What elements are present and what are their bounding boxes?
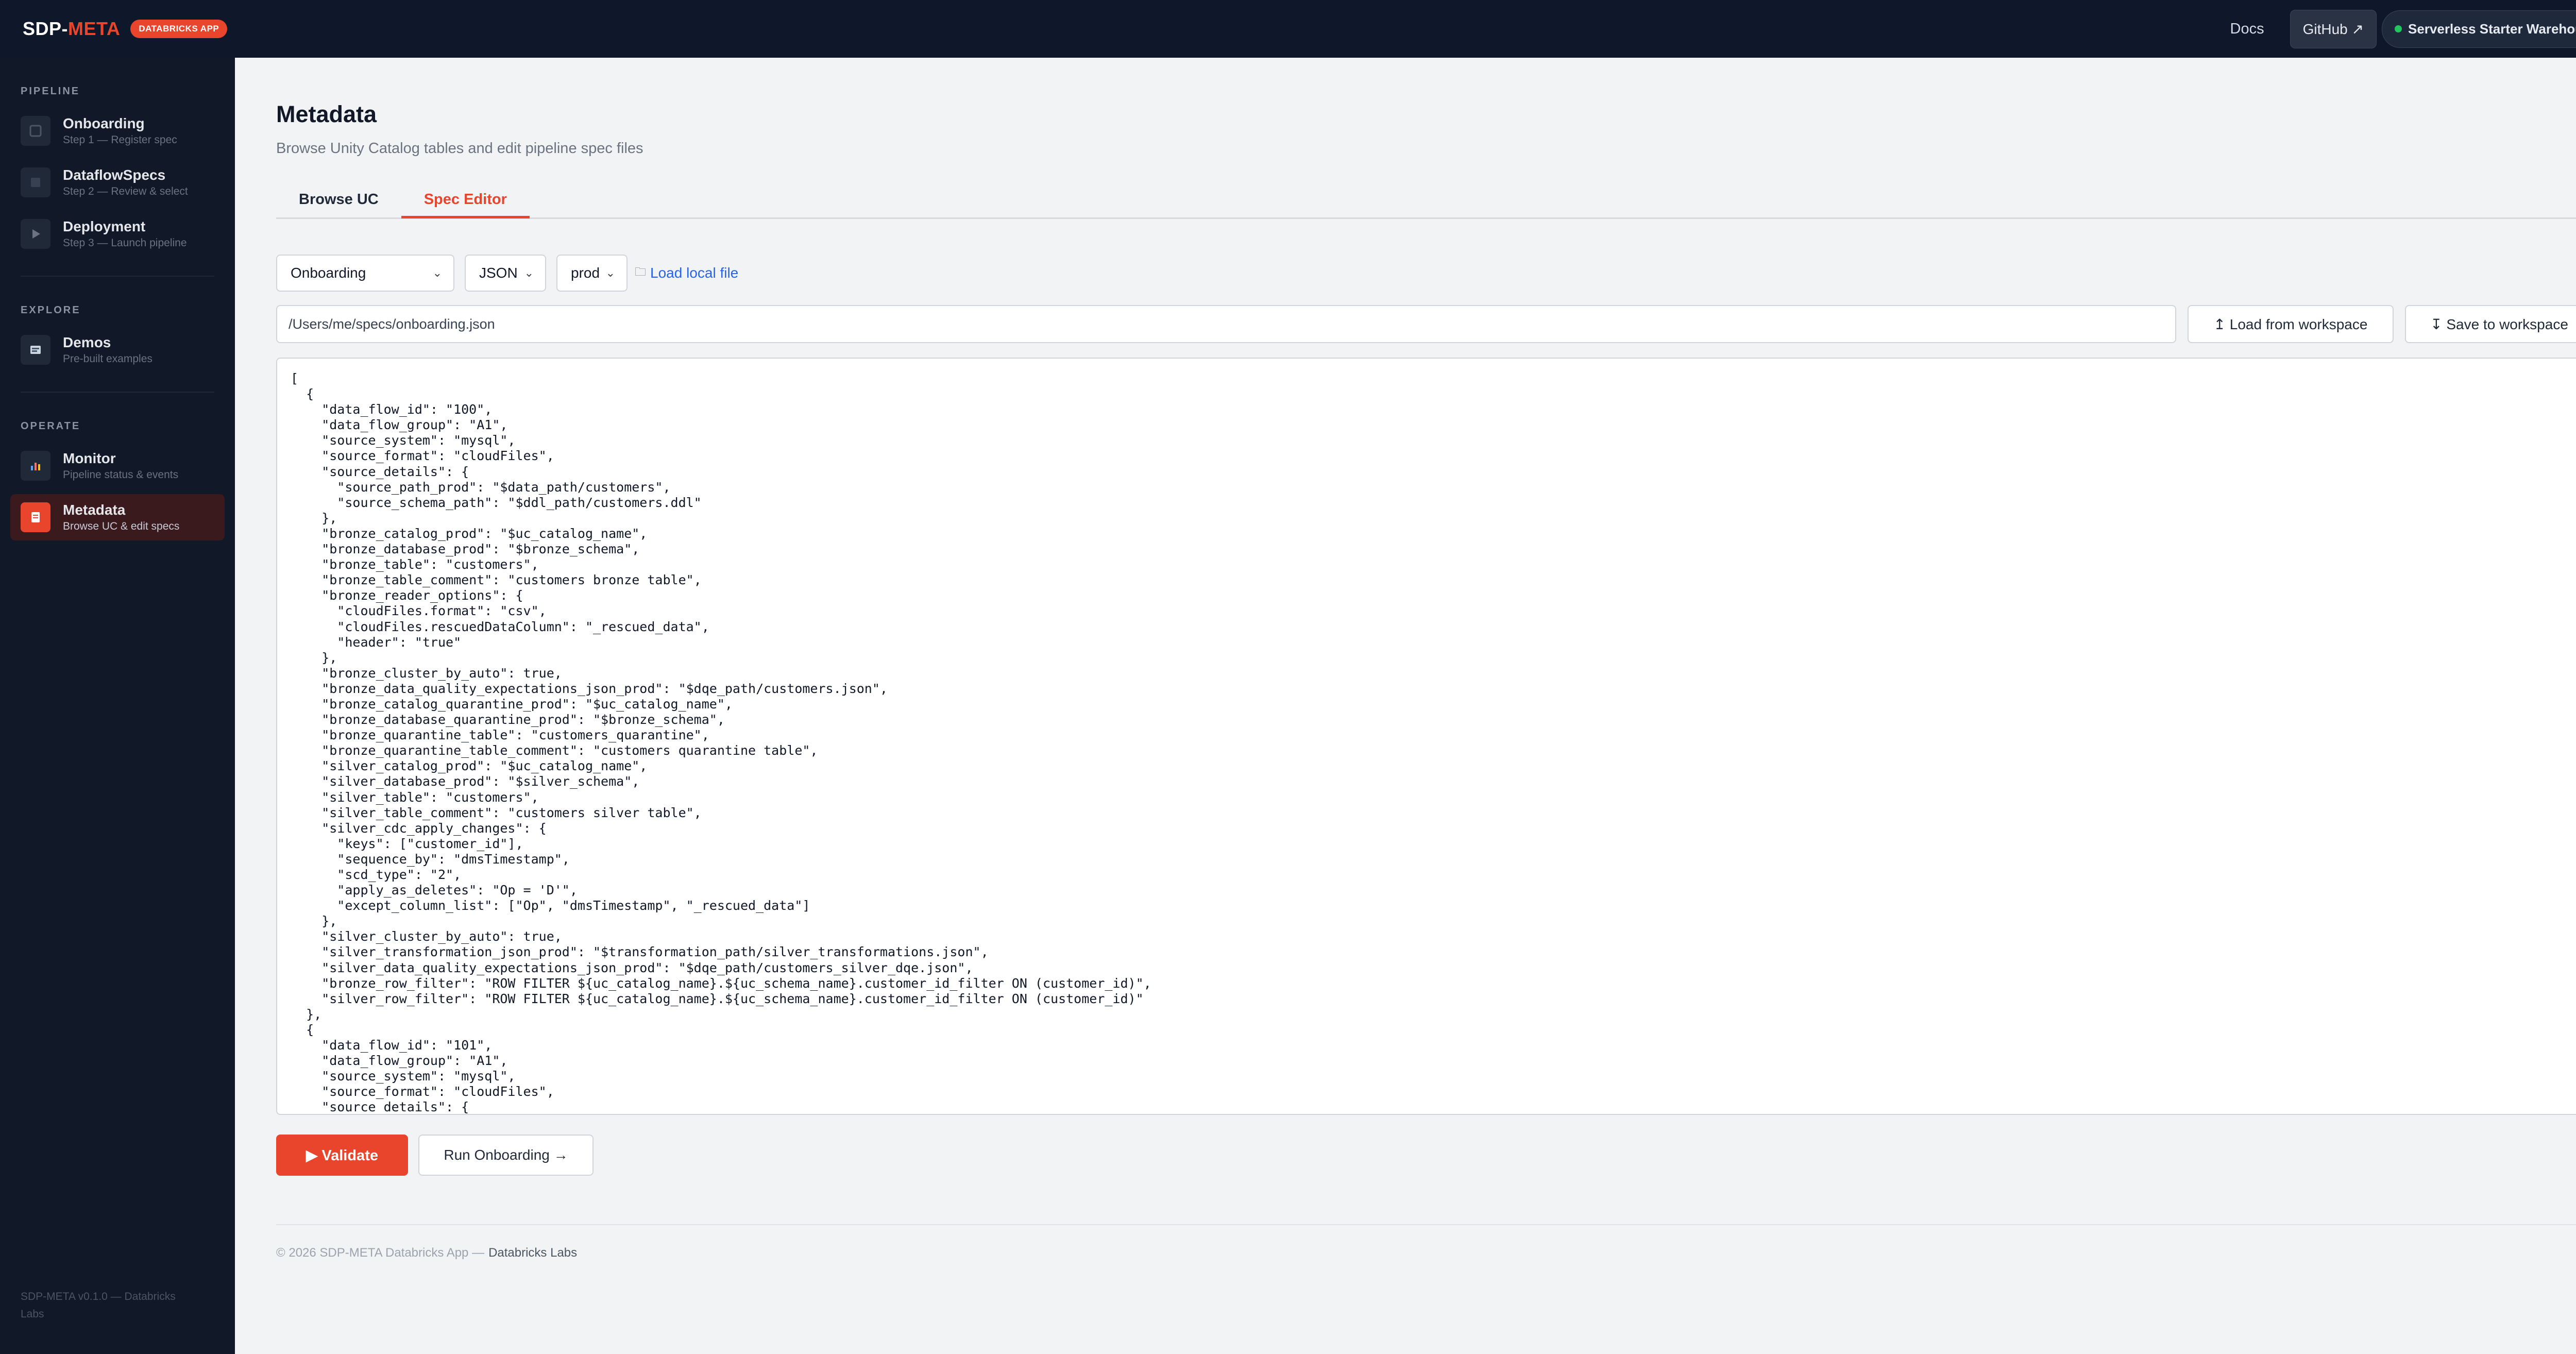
sidebar-divider bbox=[21, 276, 214, 277]
tab-bar: Browse UC Spec Editor bbox=[276, 187, 2576, 219]
app-logo[interactable]: SDP- META bbox=[23, 18, 120, 40]
spec-type-select[interactable]: Onboarding ⌄ bbox=[276, 255, 454, 292]
github-button[interactable]: GitHub ↗ bbox=[2290, 9, 2377, 48]
env-select[interactable]: prod ⌄ bbox=[556, 255, 628, 292]
specs-icon bbox=[21, 167, 50, 197]
sidebar-item-metadata[interactable]: Metadata Browse UC & edit specs bbox=[10, 494, 225, 540]
sidebar-item-monitor[interactable]: Monitor Pipeline status & events bbox=[10, 443, 225, 489]
sidebar-footer: SDP-META v0.1.0 — Databricks Labs bbox=[21, 1291, 176, 1320]
sidebar-item-label: Onboarding bbox=[63, 115, 145, 131]
chart-icon bbox=[21, 451, 50, 481]
save-to-workspace-button[interactable]: ↧ Save to workspace bbox=[2405, 305, 2576, 343]
sidebar-item-label: Demos bbox=[63, 334, 111, 350]
env-value: prod bbox=[571, 265, 600, 281]
folder-icon: 🗀 bbox=[635, 265, 647, 278]
sidebar-item-sub: Pipeline status & events bbox=[63, 469, 179, 481]
play-icon bbox=[21, 219, 50, 249]
sidebar-item-label: Monitor bbox=[63, 450, 116, 466]
workspace-path-row: ↥ Load from workspace ↧ Save to workspac… bbox=[276, 305, 2576, 343]
tab-browse-uc[interactable]: Browse UC bbox=[276, 187, 401, 217]
spec-controls: Onboarding ⌄ JSON ⌄ prod ⌄ 🗀 Load local … bbox=[276, 255, 738, 292]
chevron-down-icon: ⌄ bbox=[524, 266, 534, 279]
warehouse-name: Serverless Starter Warehouse bbox=[2408, 21, 2576, 37]
sidebar-item-sub: Pre-built examples bbox=[63, 353, 152, 365]
logo-text-sdp: SDP- bbox=[23, 18, 69, 39]
footer-divider bbox=[276, 1224, 2576, 1225]
workspace-path-input[interactable] bbox=[276, 305, 2176, 343]
sidebar-section-operate: OPERATE bbox=[21, 420, 81, 432]
load-local-file-link[interactable]: 🗀 Load local file bbox=[635, 263, 738, 283]
footer-text: © 2026 SDP-META Databricks App — bbox=[276, 1246, 485, 1260]
warehouse-status-pill[interactable]: Serverless Starter Warehouse bbox=[2381, 10, 2576, 48]
format-value: JSON bbox=[479, 265, 518, 281]
top-bar: SDP- META DATABRICKS APP Docs GitHub ↗ Se… bbox=[0, 0, 2576, 58]
spec-type-value: Onboarding bbox=[291, 265, 366, 281]
status-dot-icon bbox=[2394, 25, 2402, 32]
chevron-down-icon: ⌄ bbox=[605, 266, 615, 279]
sidebar-item-deployment[interactable]: Deployment Step 3 — Launch pipeline bbox=[10, 211, 225, 257]
sidebar-item-sub: Step 2 — Review & select bbox=[63, 185, 188, 197]
app-badge: DATABRICKS APP bbox=[130, 20, 228, 38]
sidebar-item-label: Metadata bbox=[63, 502, 126, 518]
page-subtitle: Browse Unity Catalog tables and edit pip… bbox=[276, 140, 643, 157]
docs-link[interactable]: Docs bbox=[2230, 21, 2264, 38]
sidebar-item-dataflowspecs[interactable]: DataflowSpecs Step 2 — Review & select bbox=[10, 159, 225, 206]
load-local-file-label: Load local file bbox=[650, 265, 739, 281]
run-onboarding-button[interactable]: Run Onboarding → bbox=[418, 1135, 594, 1176]
tab-spec-editor[interactable]: Spec Editor bbox=[401, 187, 530, 218]
sidebar-item-sub: Step 3 — Launch pipeline bbox=[63, 237, 187, 249]
sidebar-item-sub: Browse UC & edit specs bbox=[63, 520, 180, 532]
validate-button[interactable]: ▶ Validate bbox=[276, 1135, 408, 1176]
sidebar-item-demos[interactable]: Demos Pre-built examples bbox=[10, 327, 225, 373]
onboarding-icon bbox=[21, 116, 50, 146]
chevron-down-icon: ⌄ bbox=[432, 266, 442, 279]
page-title: Metadata bbox=[276, 101, 377, 127]
sidebar-item-onboarding[interactable]: Onboarding Step 1 — Register spec bbox=[10, 108, 225, 154]
demos-icon bbox=[21, 335, 50, 365]
sidebar-item-sub: Step 1 — Register spec bbox=[63, 134, 177, 146]
sidebar-item-label: Deployment bbox=[63, 218, 146, 234]
sidebar-section-pipeline: PIPELINE bbox=[21, 86, 80, 97]
sidebar-divider bbox=[21, 392, 214, 393]
top-right-actions: Docs GitHub ↗ Serverless Starter Warehou… bbox=[2230, 9, 2576, 48]
spec-editor-textarea[interactable]: [ { "data_flow_id": "100", "data_flow_gr… bbox=[276, 358, 2576, 1115]
main-content: Metadata Browse Unity Catalog tables and… bbox=[235, 58, 2576, 1354]
sidebar: PIPELINE Onboarding Step 1 — Register sp… bbox=[0, 58, 235, 1354]
sidebar-item-label: DataflowSpecs bbox=[63, 167, 166, 183]
format-select[interactable]: JSON ⌄ bbox=[465, 255, 546, 292]
page-footer: © 2026 SDP-META Databricks App — Databri… bbox=[276, 1246, 577, 1260]
spec-editor-content: [ { "data_flow_id": "100", "data_flow_gr… bbox=[291, 371, 1151, 1115]
footer-labs-link[interactable]: Databricks Labs bbox=[488, 1246, 577, 1260]
logo-text-meta: META bbox=[68, 18, 121, 39]
load-from-workspace-button[interactable]: ↥ Load from workspace bbox=[2188, 305, 2394, 343]
sidebar-section-explore: EXPLORE bbox=[21, 304, 81, 316]
metadata-icon bbox=[21, 502, 50, 532]
